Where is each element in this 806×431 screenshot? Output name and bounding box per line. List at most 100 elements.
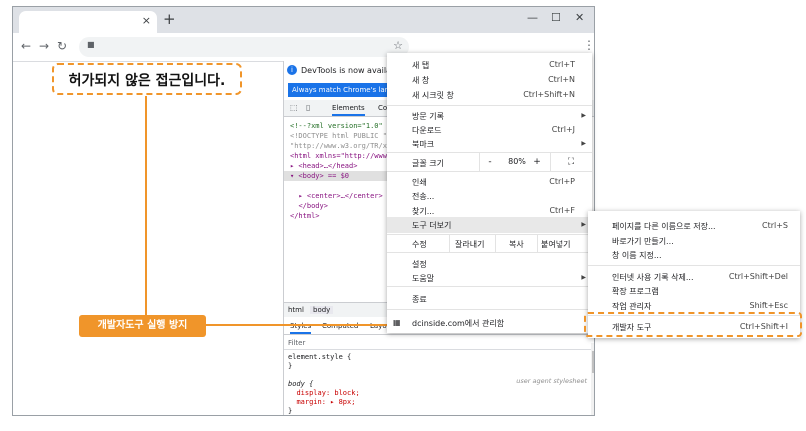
inspect-icon[interactable]: ⬚ [290,103,298,112]
menu-cast[interactable]: 전송... [412,191,434,202]
menu-more-tools[interactable]: 도구 더보기 [412,220,451,231]
paste-button[interactable]: 붙여넣기 [541,239,570,250]
tab-elements[interactable]: Elements [332,104,365,116]
new-tab-icon[interactable]: + [163,10,176,28]
body-rule: body { [288,380,314,388]
shortcut-print: Ctrl+P [549,177,575,186]
styles-pane: element.style { } body { display: block;… [288,353,360,415]
menu-kebab-icon[interactable]: ⋮ [583,38,594,52]
doctype-line: <!DOCTYPE html PUBLIC " [290,132,387,140]
lock-icon: ■ [87,40,95,49]
browser-tab[interactable]: × [19,11,157,33]
menu-divider [387,171,592,172]
dom-tree: <!--?xml version="1.0" <!DOCTYPE html PU… [284,121,391,221]
shortcut-find: Ctrl+F [549,206,575,215]
device-toolbar-icon[interactable]: ▯ [306,103,310,112]
edit-divider [449,234,450,252]
submenu-shortcut[interactable]: 바로가기 만들기... [612,236,674,247]
blocked-callout: 허가되지 않은 접근입니다. [52,63,242,95]
submenu-clear-data[interactable]: 인터넷 사용 기록 삭제... [612,272,694,283]
menu-divider [387,309,592,310]
managed-icon: ▦ [393,318,401,327]
menu-downloads[interactable]: 다운로드 [412,125,441,136]
crumb-body[interactable]: body [310,306,334,314]
address-bar[interactable]: ■ ☆ [79,37,409,57]
close-window-icon[interactable]: ✕ [575,11,584,24]
display-prop: display: block; [296,389,360,397]
tab-close-icon[interactable]: × [142,14,151,27]
zoom-row: 글꼴 크기 - 80% + ⛶ [387,153,592,171]
zoom-out-button[interactable]: - [479,153,501,171]
menu-divider [588,265,800,266]
xml-comment: <!--?xml version="1.0" [290,122,383,130]
shortcut-downloads: Ctrl+J [551,125,575,134]
menu-find[interactable]: 찾기... [412,206,434,217]
shortcut-clear-data: Ctrl+Shift+Del [728,272,788,281]
submenu-arrow-icon: ▶ [581,112,586,119]
menu-help[interactable]: 도움말 [412,273,434,284]
back-icon[interactable]: ← [21,39,31,53]
dev-tools-highlight [584,312,802,337]
doctype-url: "http://www.w3.org/TR/x [290,142,387,150]
tab-strip: × + — ☐ ✕ [13,7,594,33]
copy-button[interactable]: 복사 [509,239,524,250]
bookmark-star-icon[interactable]: ☆ [393,39,403,52]
submenu-save-as[interactable]: 페이지를 다른 이름으로 저장... [612,221,716,232]
menu-settings[interactable]: 설정 [412,259,427,270]
rule-close-2: } [288,407,293,415]
edit-row: 수정 잘라내기 복사 붙여넣기 [387,234,592,252]
scroll-thumb[interactable] [592,351,594,373]
reload-icon[interactable]: ↻ [57,39,67,53]
shortcut-new-window: Ctrl+N [548,75,575,84]
edit-divider [495,234,496,252]
rule-close: } [288,362,293,370]
menu-divider [387,286,592,287]
menu-edit: 수정 [412,240,427,249]
menu-new-tab[interactable]: 새 탭 [412,60,429,71]
tab-console[interactable]: Co [378,104,387,112]
body-close-tag: </body> [298,202,328,210]
minimize-icon[interactable]: — [527,11,538,24]
cut-button[interactable]: 잘라내기 [455,239,484,250]
shortcut-task-manager: Shift+Esc [749,301,788,310]
shortcut-incognito: Ctrl+Shift+N [523,90,575,99]
submenu-name-window[interactable]: 창 이름 지정... [612,250,662,261]
submenu-arrow-icon: ▶ [581,274,586,281]
edit-divider [537,234,538,252]
menu-new-window[interactable]: 새 창 [412,75,429,86]
menu-font-size: 글꼴 크기 [412,159,444,168]
zoom-in-button[interactable]: + [526,153,548,171]
connector-vertical [145,96,147,326]
shortcut-new-tab: Ctrl+T [549,60,575,69]
blocked-message: 허가되지 않은 접근입니다. [68,73,226,89]
menu-history[interactable]: 방문 기록 [412,111,444,122]
submenu-arrow-icon: ▶ [581,221,586,228]
menu-exit[interactable]: 종료 [412,294,427,305]
crumb-html[interactable]: html [288,306,304,314]
shortcut-save-as: Ctrl+S [761,221,788,230]
zoom-divider [550,153,551,171]
menu-bookmarks[interactable]: 북마크 [412,139,434,150]
annotation-label: 개발자도구 실행 방지 [79,315,206,337]
submenu-extensions[interactable]: 확장 프로그램 [612,286,659,297]
submenu-task-manager[interactable]: 작업 관리자 [612,301,651,312]
menu-divider [387,252,592,253]
submenu-arrow-icon: ▶ [581,140,586,147]
body-node[interactable]: ▾ <body> == $0 [284,171,390,181]
html-open-tag[interactable]: <html xmlns="http://www. [290,152,391,160]
divider [284,349,594,350]
styles-filter-input[interactable]: Filter [288,339,305,347]
fullscreen-icon[interactable]: ⛶ [560,153,582,171]
element-style-rule: element.style { [288,353,352,361]
center-node[interactable]: ▸ <center>…</center> [298,192,382,200]
menu-divider [387,105,592,106]
menu-print[interactable]: 인쇄 [412,177,427,188]
styles-scrollbar[interactable] [591,343,594,415]
info-icon: i [287,65,297,75]
html-close-tag: </html> [290,212,320,220]
menu-incognito[interactable]: 새 시크릿 창 [412,90,454,101]
head-node[interactable]: ▸ <head>…</head> [290,162,357,170]
menu-managed[interactable]: dcinside.com에서 관리함 [412,318,504,329]
maximize-icon[interactable]: ☐ [551,11,561,24]
forward-icon[interactable]: → [39,39,49,53]
